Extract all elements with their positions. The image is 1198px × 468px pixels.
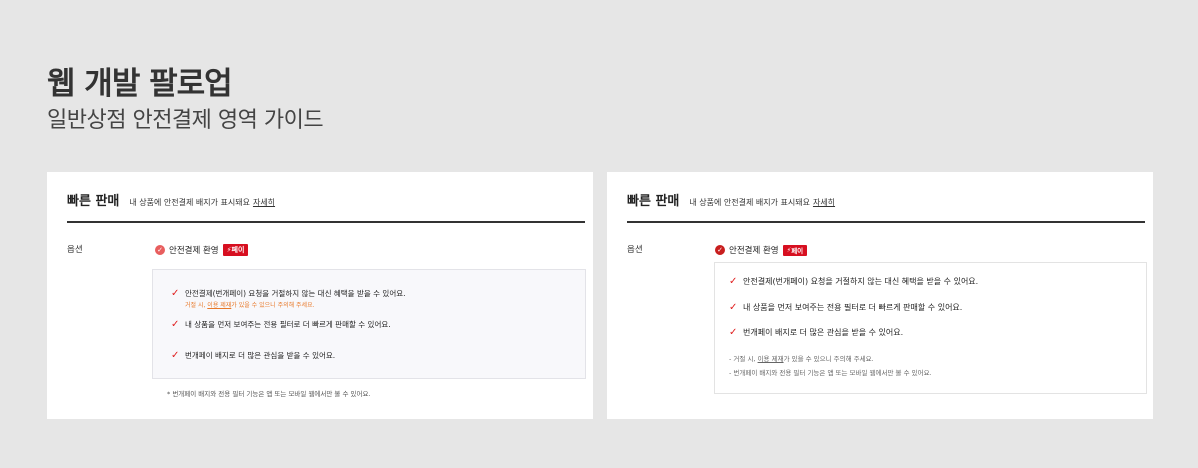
radio-checked-icon[interactable]: ✓: [715, 245, 725, 255]
card-title: 빠른 판매: [67, 194, 120, 209]
benefit-item: ✓ 내 상품을 먼저 보여주는 전용 필터로 더 빠르게 판매할 수 있어요.: [729, 303, 962, 313]
benefit-item: ✓ 내 상품을 먼저 보여주는 전용 필터로 더 빠르게 판매할 수 있어요.: [171, 320, 391, 330]
option-text: 안전결제 환영: [169, 246, 219, 256]
card-description: 내 상품에 안전결제 배지가 표시돼요: [129, 198, 250, 207]
check-icon: ✓: [171, 350, 180, 361]
benefit-text: 내 상품을 먼저 보여주는 전용 필터로 더 빠르게 판매할 수 있어요.: [743, 303, 963, 312]
pay-badge: ⚡ 페이: [782, 244, 808, 256]
header-divider: [627, 221, 1145, 223]
card-header: 빠른 판매 내 상품에 안전결제 배지가 표시돼요 자세히: [67, 190, 585, 209]
notice-suffix: 가 있을 수 있으니 주의해 주세요.: [783, 355, 874, 363]
safe-payment-option[interactable]: ✓ 안전결제 환영 ⚡ 페이: [155, 244, 249, 256]
check-icon: ✓: [171, 288, 180, 299]
option-text: 안전결제 환영: [729, 246, 779, 256]
sanction-link[interactable]: 이용 제재: [207, 302, 231, 309]
benefit-text: 내 상품을 먼저 보여주는 전용 필터로 더 빠르게 판매할 수 있어요.: [185, 320, 391, 329]
notice-line: - 번개페이 배지와 전용 필터 기능은 앱 또는 모바일 웹에서만 볼 수 있…: [729, 369, 932, 377]
benefit-item: ✓ 번개페이 배지로 더 많은 관심을 받을 수 있어요.: [729, 328, 903, 338]
warning-suffix: 가 있을 수 있으니 주의해 주세요.: [231, 302, 315, 309]
benefit-warning: 거절 시, 이용 제재가 있을 수 있으니 주의해 주세요.: [185, 300, 315, 309]
footnote: * 번개페이 배지와 전용 필터 기능은 앱 또는 모바일 웹에서만 볼 수 있…: [167, 390, 371, 398]
page-title: 웹 개발 팔로업: [47, 66, 233, 102]
quick-sell-card-right: 빠른 판매 내 상품에 안전결제 배지가 표시돼요 자세히 옵션 ✓ 안전결제 …: [607, 172, 1153, 419]
check-icon: ✓: [729, 276, 738, 287]
card-title: 빠른 판매: [627, 194, 680, 209]
notice-prefix: - 거절 시,: [729, 355, 758, 363]
page-subtitle: 일반상점 안전결제 영역 가이드: [47, 108, 324, 133]
benefit-box: ✓ 안전결제(번개페이) 요청을 거절하지 않는 대신 혜택을 받을 수 있어요…: [714, 262, 1147, 394]
benefit-text: 안전결제(번개페이) 요청을 거절하지 않는 대신 혜택을 받을 수 있어요.: [185, 289, 406, 298]
check-icon: ✓: [729, 327, 738, 338]
benefit-text: 안전결제(번개페이) 요청을 거절하지 않는 대신 혜택을 받을 수 있어요.: [743, 277, 979, 286]
pay-badge-label: 페이: [231, 246, 245, 254]
detail-link[interactable]: 자세히: [813, 197, 835, 208]
warning-prefix: 거절 시,: [185, 302, 208, 309]
sanction-link[interactable]: 이용 제재: [758, 355, 784, 363]
check-icon: ✓: [171, 319, 180, 330]
option-label: 옵션: [627, 245, 643, 255]
header-divider: [67, 221, 585, 223]
card-description: 내 상품에 안전결제 배지가 표시돼요: [689, 198, 810, 207]
detail-link[interactable]: 자세히: [253, 197, 275, 208]
safe-payment-option[interactable]: ✓ 안전결제 환영 ⚡ 페이: [715, 244, 808, 256]
benefit-item: ✓ 번개페이 배지로 더 많은 관심을 받을 수 있어요.: [171, 351, 335, 361]
benefit-text: 번개페이 배지로 더 많은 관심을 받을 수 있어요.: [743, 328, 904, 337]
notice-line: - 거절 시, 이용 제재가 있을 수 있으니 주의해 주세요.: [729, 353, 874, 363]
benefit-box: ✓ 안전결제(번개페이) 요청을 거절하지 않는 대신 혜택을 받을 수 있어요…: [152, 269, 586, 379]
benefit-item: ✓ 안전결제(번개페이) 요청을 거절하지 않는 대신 혜택을 받을 수 있어요…: [171, 289, 406, 299]
radio-checked-icon[interactable]: ✓: [155, 245, 165, 255]
pay-badge-label: 페이: [791, 247, 804, 255]
option-label: 옵션: [67, 245, 83, 255]
card-header: 빠른 판매 내 상품에 안전결제 배지가 표시돼요 자세히: [627, 190, 1145, 209]
benefit-item: ✓ 안전결제(번개페이) 요청을 거절하지 않는 대신 혜택을 받을 수 있어요…: [729, 277, 978, 287]
benefit-text: 번개페이 배지로 더 많은 관심을 받을 수 있어요.: [185, 351, 336, 360]
pay-badge: ⚡ 페이: [222, 244, 249, 256]
check-icon: ✓: [729, 302, 738, 313]
quick-sell-card-left: 빠른 판매 내 상품에 안전결제 배지가 표시돼요 자세히 옵션 ✓ 안전결제 …: [47, 172, 593, 419]
